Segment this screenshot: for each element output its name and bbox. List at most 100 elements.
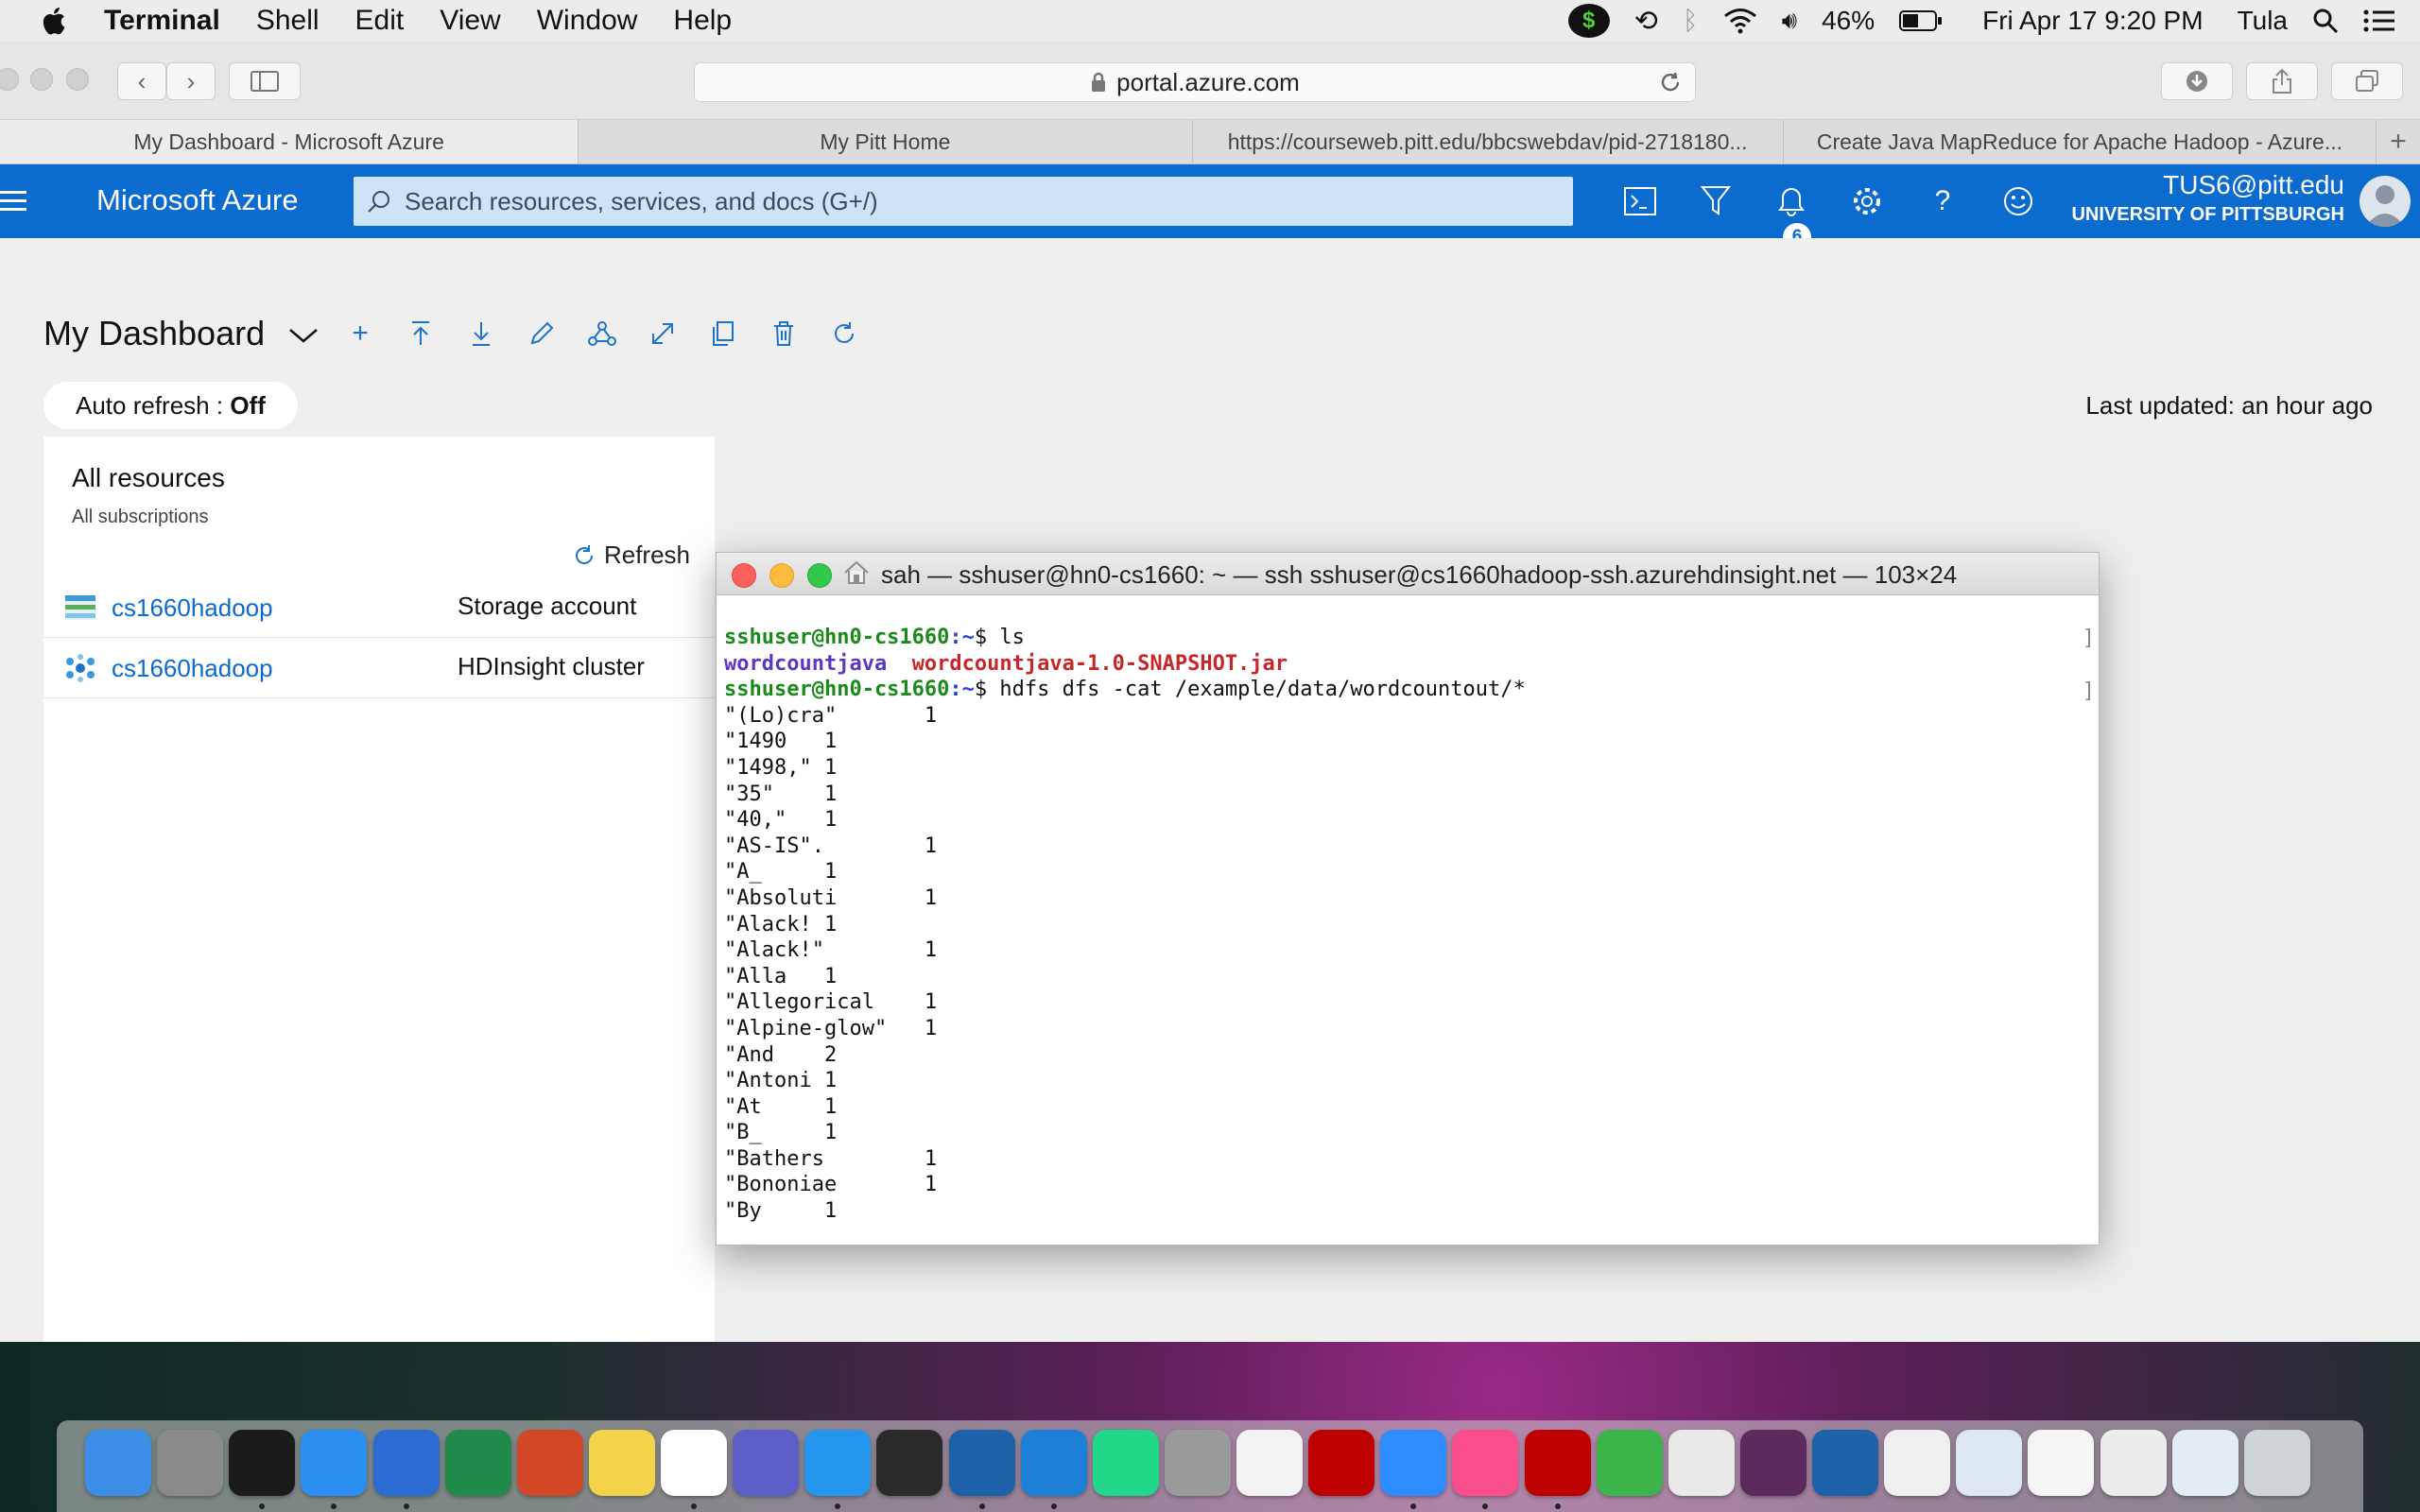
notifications-bell-icon[interactable] [1772, 181, 1811, 221]
textedit-icon[interactable] [1236, 1430, 1304, 1496]
back-button[interactable]: ‹ [117, 62, 166, 100]
word-icon[interactable] [372, 1430, 440, 1496]
excel-icon[interactable] [444, 1430, 511, 1496]
share-dashboard-icon[interactable] [586, 318, 618, 350]
menu-clock[interactable]: Fri Apr 17 9:20 PM [1982, 6, 2203, 36]
resource-link[interactable]: cs1660hadoop [112, 593, 273, 623]
terminal-title-bar[interactable]: sah — sshuser@hn0-cs1660: ~ — ssh sshuse… [717, 553, 2099, 595]
volume-icon[interactable]: 🔊︎ [1782, 6, 1797, 36]
slack-icon[interactable] [661, 1430, 728, 1496]
new-dashboard-icon[interactable]: + [344, 318, 376, 350]
global-search-input[interactable]: Search resources, services, and docs (G+… [354, 177, 1573, 226]
finder-icon[interactable] [85, 1430, 151, 1496]
virtualbox-2-icon[interactable] [1812, 1430, 1879, 1496]
teams-icon[interactable] [733, 1430, 800, 1496]
virtualbox-icon[interactable] [948, 1430, 1015, 1496]
refresh-dashboard-icon[interactable] [828, 318, 860, 350]
datagrip-icon[interactable] [876, 1430, 943, 1496]
account-info[interactable]: TUS6@pitt.edu UNIVERSITY OF PITTSBURGH [2071, 170, 2344, 226]
menu-edit[interactable]: Edit [355, 5, 405, 37]
tab-my-dashboard[interactable]: My Dashboard - Microsoft Azure [0, 120, 579, 163]
show-tabs-button[interactable] [2331, 62, 2403, 100]
dollar-status-icon[interactable]: $ [1567, 4, 1610, 38]
forward-button[interactable]: › [166, 62, 216, 100]
reload-icon[interactable] [1659, 71, 1682, 94]
spotlight-search-icon[interactable] [2312, 8, 2339, 34]
tab-java-mapreduce[interactable]: Create Java MapReduce for Apache Hadoop … [1784, 120, 2377, 163]
terminal-minimize-button[interactable] [769, 563, 794, 588]
apple-menu-icon[interactable] [38, 4, 72, 38]
page-title[interactable]: My Dashboard [43, 314, 320, 353]
account-email: TUS6@pitt.edu [2163, 170, 2344, 199]
delete-trash-icon[interactable] [768, 318, 800, 350]
tab-my-pitt-home[interactable]: My Pitt Home [579, 120, 1193, 163]
wifi-icon[interactable] [1723, 8, 1757, 34]
menu-shell[interactable]: Shell [256, 5, 320, 37]
window-thumb-7-icon[interactable] [2171, 1430, 2238, 1496]
safari-icon[interactable] [301, 1430, 368, 1496]
filezilla-2-icon[interactable] [1524, 1430, 1591, 1496]
window-thumb-3-icon[interactable] [1884, 1430, 1951, 1496]
download-dashboard-icon[interactable] [465, 318, 497, 350]
terminal-app-icon[interactable] [229, 1430, 296, 1496]
notes-icon[interactable] [588, 1430, 655, 1496]
window-thumb-2-icon[interactable] [1739, 1430, 1806, 1496]
tab-courseweb[interactable]: https://courseweb.pitt.edu/bbcswebdav/pi… [1193, 120, 1784, 163]
activity-icon[interactable] [1596, 1430, 1663, 1496]
pycharm-icon[interactable] [1092, 1430, 1159, 1496]
launchpad-icon[interactable] [157, 1430, 224, 1496]
window-thumb-6-icon[interactable] [2100, 1430, 2167, 1496]
close-window-button[interactable] [0, 68, 19, 91]
battery-icon[interactable] [1899, 9, 1943, 32]
azure-brand[interactable]: Microsoft Azure [96, 183, 299, 217]
menu-help[interactable]: Help [673, 5, 732, 37]
time-machine-icon[interactable]: ⟲ [1634, 5, 1658, 38]
terminal-close-button[interactable] [732, 563, 756, 588]
fullscreen-icon[interactable] [647, 318, 679, 350]
resource-link[interactable]: cs1660hadoop [112, 654, 273, 683]
refresh-label: Refresh [603, 541, 690, 569]
refresh-button[interactable]: Refresh [572, 541, 690, 570]
zoom-icon[interactable] [1380, 1430, 1447, 1496]
avatar[interactable] [2360, 176, 2411, 227]
terminal-content[interactable]: sshuser@hn0-cs1660:~$ ls wordcountjava w… [724, 625, 1526, 1225]
chevron-down-icon[interactable] [287, 326, 320, 345]
terminal-mark: ] [2082, 679, 2095, 703]
upload-icon[interactable] [405, 318, 437, 350]
directory-filter-icon[interactable] [1696, 181, 1736, 221]
sidebar-toggle-button[interactable] [229, 62, 301, 100]
terminal-zoom-button[interactable] [807, 563, 832, 588]
database-icon[interactable] [1164, 1430, 1231, 1496]
zoom-window-button[interactable] [66, 68, 89, 91]
cloud-shell-icon[interactable] [1620, 181, 1660, 221]
notification-center-icon[interactable] [2363, 9, 2395, 33]
bluetooth-icon[interactable]: ᛒ [1683, 6, 1699, 36]
edit-pencil-icon[interactable] [526, 318, 558, 350]
window-thumb-4-icon[interactable] [1956, 1430, 2023, 1496]
feedback-smiley-icon[interactable] [1998, 181, 2038, 221]
settings-gear-icon[interactable] [1847, 181, 1887, 221]
menu-view[interactable]: View [440, 5, 500, 37]
trash-icon[interactable] [2243, 1430, 2310, 1496]
help-icon[interactable]: ? [1923, 181, 1962, 221]
new-tab-button[interactable]: + [2377, 120, 2420, 163]
downloads-button[interactable] [2161, 62, 2233, 100]
docker-icon[interactable] [804, 1430, 872, 1496]
window-thumb-1-icon[interactable] [1668, 1430, 1735, 1496]
clone-icon[interactable] [707, 318, 739, 350]
minimize-window-button[interactable] [30, 68, 53, 91]
address-bar[interactable]: portal.azure.com [694, 62, 1696, 102]
hamburger-menu-icon[interactable] [0, 189, 26, 214]
menu-window[interactable]: Window [537, 5, 638, 37]
tab-label: My Dashboard - Microsoft Azure [133, 129, 444, 154]
window-thumb-5-icon[interactable] [2028, 1430, 2095, 1496]
auto-refresh-toggle[interactable]: Auto refresh : Off [43, 382, 298, 429]
share-button[interactable] [2246, 62, 2318, 100]
filezilla-icon[interactable] [1308, 1430, 1375, 1496]
menu-user[interactable]: Tula [2238, 6, 2288, 36]
tile-title[interactable]: All resources [72, 463, 225, 493]
powerpoint-icon[interactable] [516, 1430, 583, 1496]
menu-app-terminal[interactable]: Terminal [104, 5, 220, 37]
itunes-icon[interactable] [1452, 1430, 1519, 1496]
vscode-icon[interactable] [1020, 1430, 1087, 1496]
